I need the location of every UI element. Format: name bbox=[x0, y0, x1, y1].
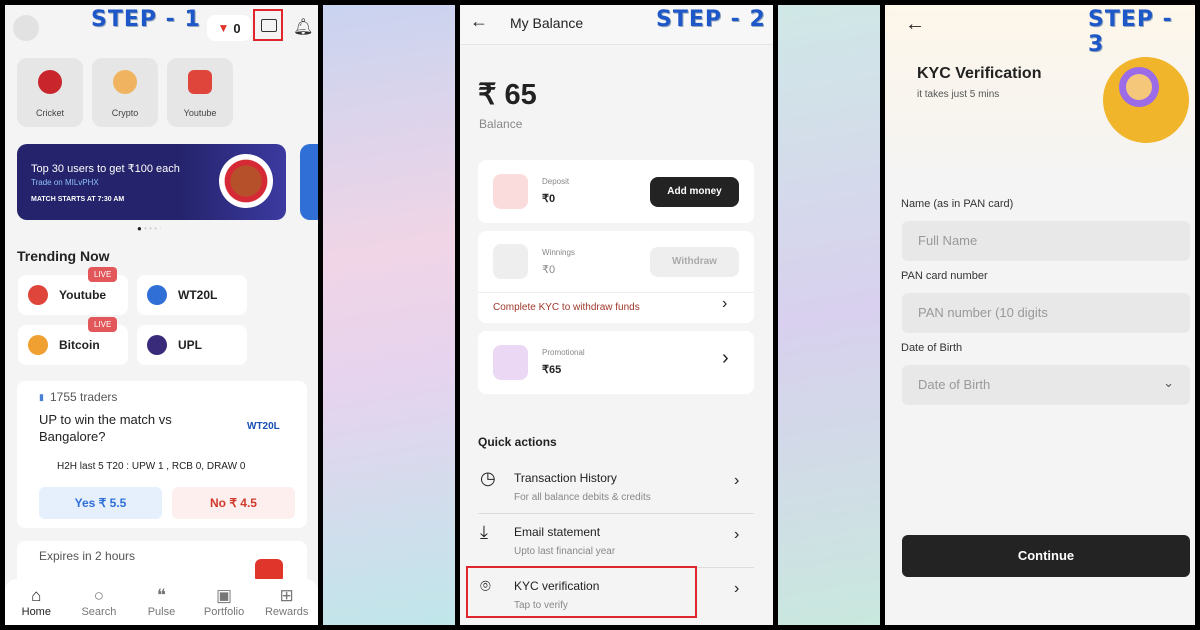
chevron-right-icon: › bbox=[722, 295, 728, 312]
search-icon: ○ bbox=[93, 586, 105, 605]
gift-icon bbox=[493, 345, 528, 380]
coin-balance[interactable]: ▼ 0 bbox=[207, 15, 251, 41]
market-card[interactable]: 1755 traders ▮ UP to win the match vs Ba… bbox=[17, 381, 307, 528]
wallet-plus-icon bbox=[493, 174, 528, 209]
no-button[interactable]: No ₹ 4.5 bbox=[172, 487, 295, 519]
live-badge: LIVE bbox=[88, 267, 118, 282]
trending-wt20l[interactable]: WT20L bbox=[137, 275, 247, 315]
back-arrow-icon[interactable]: ← bbox=[470, 11, 488, 32]
youtube-icon bbox=[28, 285, 48, 305]
section-title: Trending Now bbox=[17, 248, 110, 264]
bitcoin-icon bbox=[28, 335, 48, 355]
promotional-card[interactable]: Promotional ₹65 › bbox=[478, 331, 754, 394]
youtube-icon bbox=[188, 70, 212, 94]
trending-bitcoin[interactable]: Bitcoin LIVE bbox=[18, 317, 128, 365]
back-arrow-icon[interactable]: ← bbox=[905, 13, 925, 36]
chevron-right-icon: › bbox=[734, 472, 740, 489]
wt20l-logo: WT20L bbox=[247, 421, 280, 432]
decorative-gradient bbox=[778, 5, 880, 625]
deposit-card: Deposit ₹0 Add money bbox=[478, 160, 754, 223]
download-icon: ⤓ bbox=[480, 522, 488, 542]
home-icon: ⌂ bbox=[31, 586, 42, 605]
category-crypto[interactable]: Crypto bbox=[92, 58, 158, 127]
step-label: STEP - 1 bbox=[91, 7, 201, 32]
cricket-ball-icon bbox=[38, 70, 62, 94]
balance-screen: ← My Balance STEP - 2 ₹ 65 Balance Depos… bbox=[460, 5, 773, 625]
chevron-down-icon: ⌄ bbox=[1163, 375, 1174, 390]
pulse-icon: ❝ bbox=[156, 586, 167, 605]
bottom-nav: ⌂ Home ○ Search ❝ Pulse ▣ Portfolio ⊞ Rewards bbox=[5, 579, 318, 625]
step-label: STEP - 2 bbox=[656, 7, 766, 32]
page-title: KYC Verification bbox=[917, 65, 1042, 82]
trending-youtube[interactable]: Youtube LIVE bbox=[18, 267, 128, 315]
clock-icon: ◷ bbox=[480, 468, 496, 488]
home-screen: STEP - 1 ▼ 0 🔔︎ Cricket Crypto Youtube T… bbox=[5, 5, 318, 625]
portfolio-icon: ▣ bbox=[216, 586, 233, 605]
step-label: STEP - 3 bbox=[1088, 7, 1173, 57]
dob-select[interactable]: Date of Birth ⌄ bbox=[902, 365, 1190, 405]
promo-banner[interactable]: Top 30 users to get ₹100 each Trade on M… bbox=[17, 144, 286, 220]
add-money-button[interactable]: Add money bbox=[650, 177, 739, 207]
section-title: Quick actions bbox=[478, 435, 557, 449]
basketball-badge bbox=[219, 154, 273, 208]
nav-pulse[interactable]: ❝ Pulse bbox=[131, 586, 191, 618]
next-banner[interactable] bbox=[300, 144, 318, 220]
withdraw-button[interactable]: Withdraw bbox=[650, 247, 739, 277]
nav-home[interactable]: ⌂ Home bbox=[6, 586, 66, 618]
action-0[interactable]: ◷ Transaction History For all balance de… bbox=[478, 460, 754, 514]
full-name-input[interactable]: Full Name bbox=[902, 221, 1190, 261]
page-title: My Balance bbox=[510, 15, 584, 31]
highlight-box bbox=[466, 566, 697, 618]
decorative-gradient bbox=[323, 5, 455, 625]
kyc-screen: ← STEP - 3 KYC Verification it takes jus… bbox=[885, 5, 1195, 625]
nav-search[interactable]: ○ Search bbox=[69, 586, 129, 618]
trending-upl[interactable]: UPL bbox=[137, 325, 247, 365]
balance-amount: ₹ 65 bbox=[478, 79, 537, 111]
chevron-right-icon: › bbox=[722, 347, 729, 369]
action-1[interactable]: ⤓ Email statement Upto last financial ye… bbox=[478, 514, 754, 568]
avatar[interactable] bbox=[13, 15, 39, 41]
trophy-icon bbox=[493, 244, 528, 279]
pan-number-input[interactable]: PAN number (10 digits bbox=[902, 293, 1190, 333]
kyc-illustration bbox=[1103, 57, 1189, 143]
bar-chart-icon: ▮ bbox=[39, 392, 44, 402]
chevron-right-icon: › bbox=[734, 526, 740, 543]
yes-button[interactable]: Yes ₹ 5.5 bbox=[39, 487, 162, 519]
category-youtube[interactable]: Youtube bbox=[167, 58, 233, 127]
bull-icon: ▼ bbox=[217, 21, 230, 35]
upl-icon bbox=[147, 335, 167, 355]
carousel-dots: ● • • • · bbox=[137, 224, 162, 233]
nav-rewards[interactable]: ⊞ Rewards bbox=[257, 586, 317, 618]
live-badge: LIVE bbox=[88, 317, 118, 332]
complete-kyc-link[interactable]: Complete KYC to withdraw funds bbox=[493, 302, 640, 313]
chevron-right-icon: › bbox=[734, 580, 740, 597]
bell-icon[interactable]: 🔔︎ bbox=[293, 17, 313, 37]
crypto-coin-icon bbox=[113, 70, 137, 94]
category-cricket[interactable]: Cricket bbox=[17, 58, 83, 127]
wt20l-icon bbox=[147, 285, 167, 305]
nav-portfolio[interactable]: ▣ Portfolio bbox=[194, 586, 254, 618]
winnings-card: Winnings ₹0 Withdraw Complete KYC to wit… bbox=[478, 231, 754, 323]
highlight-box bbox=[253, 9, 283, 41]
rewards-icon: ⊞ bbox=[279, 586, 294, 605]
continue-button[interactable]: Continue bbox=[902, 535, 1190, 577]
